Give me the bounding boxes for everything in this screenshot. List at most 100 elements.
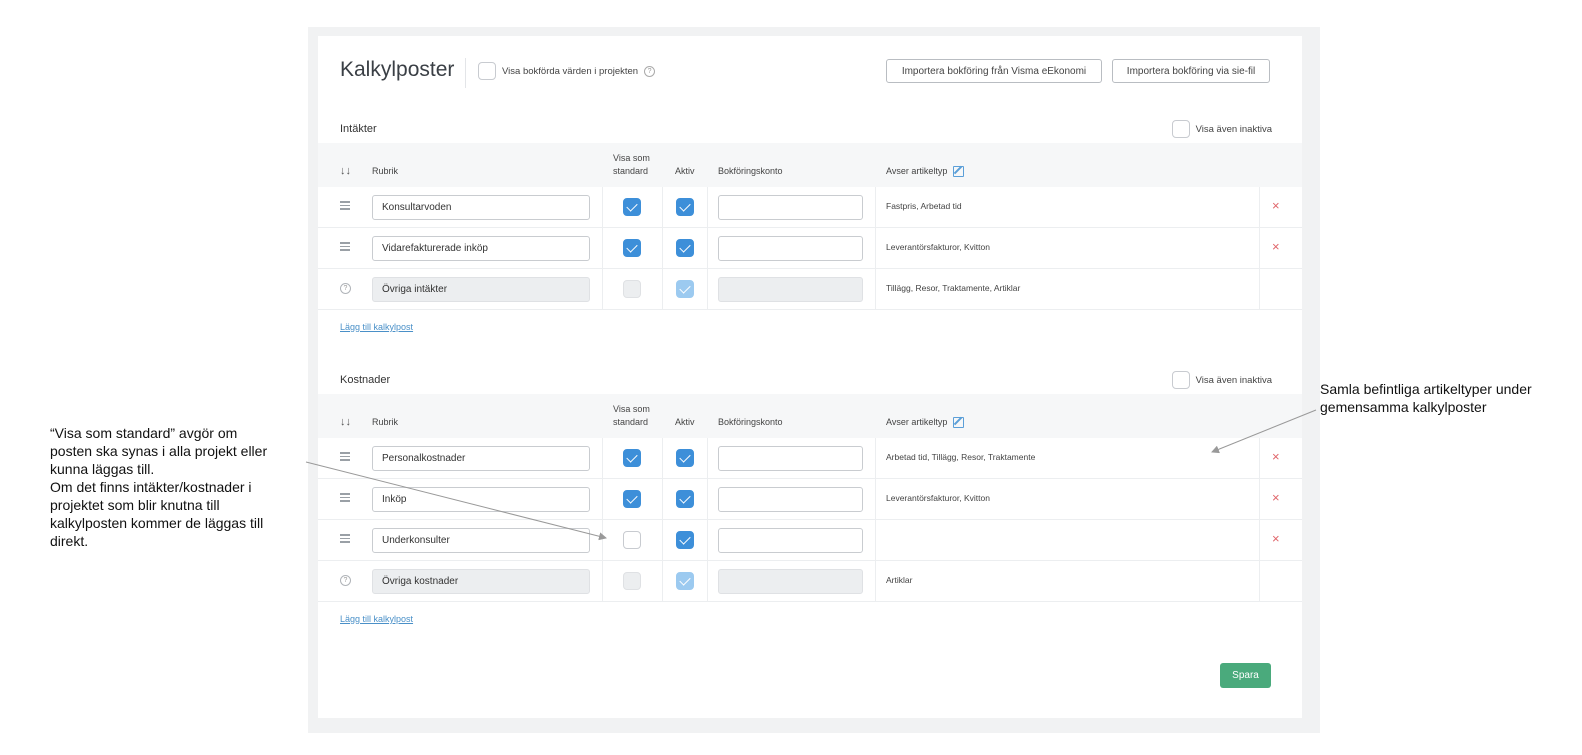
table-row: Konsultarvoden Fastpris, Arbetad tid ×: [318, 187, 1302, 228]
cell-divider: [662, 187, 663, 227]
article-types: Leverantörsfakturor, Kvitton: [886, 493, 990, 503]
cell-divider: [875, 187, 876, 227]
drag-handle-icon[interactable]: [340, 242, 350, 251]
sort-icon[interactable]: ↓↓: [340, 165, 351, 177]
save-button[interactable]: Spara: [1220, 663, 1271, 688]
standard-checkbox: [623, 280, 641, 298]
table-row: Personalkostnader Arbetad tid, Tillägg, R…: [318, 438, 1302, 479]
drag-handle-icon[interactable]: [340, 452, 350, 461]
delete-icon[interactable]: ×: [1272, 490, 1280, 505]
rubrik-input[interactable]: Personalkostnader: [372, 446, 590, 471]
delete-icon[interactable]: ×: [1272, 531, 1280, 546]
standard-checkbox[interactable]: [623, 198, 641, 216]
sort-icon[interactable]: ↓↓: [340, 416, 351, 428]
rubrik-input[interactable]: Vidarefakturerade inköp: [372, 236, 590, 261]
import-visma-button[interactable]: Importera bokföring från Visma eEkonomi: [886, 59, 1102, 83]
account-input[interactable]: [718, 195, 863, 220]
show-booked-label: Visa bokförda värden i projekten: [502, 65, 639, 77]
cell-divider: [1259, 520, 1260, 560]
standard-checkbox[interactable]: [623, 531, 641, 549]
right-annotation-line: gemensamma kalkylposter: [1320, 399, 1487, 415]
cell-divider: [1259, 479, 1260, 519]
cell-divider: [1259, 269, 1260, 309]
cell-divider: [662, 269, 663, 309]
costs-show-inactive-label: Visa även inaktiva: [1195, 374, 1272, 386]
cell-divider: [707, 479, 708, 519]
rubrik-input[interactable]: Inköp: [372, 487, 590, 512]
delete-icon[interactable]: ×: [1272, 198, 1280, 213]
import-sie-button[interactable]: Importera bokföring via sie-fil: [1112, 59, 1270, 83]
left-annotation: “Visa som standard” avgör om posten ska …: [50, 424, 300, 550]
edit-icon[interactable]: [953, 417, 965, 429]
income-show-inactive-label: Visa även inaktiva: [1195, 123, 1272, 135]
table-row: Underkonsulter ×: [318, 520, 1302, 561]
standard-checkbox[interactable]: [623, 239, 641, 257]
cell-divider: [662, 228, 663, 268]
active-checkbox[interactable]: [676, 198, 694, 216]
account-input[interactable]: [718, 236, 863, 261]
help-icon[interactable]: ?: [340, 283, 351, 294]
rubrik-input[interactable]: Underkonsulter: [372, 528, 590, 553]
cell-divider: [662, 561, 663, 601]
income-table-header: ↓↓ Rubrik Visa som standard Aktiv Bokför…: [318, 143, 1302, 187]
active-checkbox: [676, 572, 694, 590]
delete-icon[interactable]: ×: [1272, 449, 1280, 464]
income-show-inactive[interactable]: Visa även inaktiva: [1171, 120, 1272, 138]
cell-divider: [602, 561, 603, 601]
active-checkbox[interactable]: [676, 490, 694, 508]
edit-icon[interactable]: [953, 166, 965, 178]
cell-divider: [602, 269, 603, 309]
account-input[interactable]: [718, 528, 863, 553]
costs-section-title: Kostnader: [340, 374, 391, 386]
income-show-inactive-checkbox[interactable]: [1171, 120, 1190, 138]
header-visa-som-2: standard: [613, 417, 649, 427]
cell-divider: [602, 520, 603, 560]
header-rubrik: Rubrik: [372, 417, 399, 427]
show-booked-checkbox[interactable]: [478, 62, 496, 80]
header-visa-som-1: Visa som: [613, 404, 650, 414]
costs-show-inactive[interactable]: Visa även inaktiva: [1171, 371, 1272, 389]
account-input[interactable]: [718, 487, 863, 512]
left-annotation-line: kalkylposten kommer de läggas till: [50, 515, 264, 531]
income-add-link[interactable]: Lägg till kalkylpost: [340, 322, 413, 332]
page-title: Kalkylposter: [340, 58, 455, 81]
active-checkbox: [676, 280, 694, 298]
active-checkbox[interactable]: [676, 449, 694, 467]
cell-divider: [875, 561, 876, 601]
table-row: ? Övriga kostnader Artiklar: [318, 561, 1302, 602]
standard-checkbox[interactable]: [623, 449, 641, 467]
costs-show-inactive-checkbox[interactable]: [1171, 371, 1190, 389]
cell-divider: [1259, 228, 1260, 268]
cell-divider: [602, 228, 603, 268]
rubrik-input[interactable]: Konsultarvoden: [372, 195, 590, 220]
help-icon[interactable]: ?: [340, 575, 351, 586]
drag-handle-icon[interactable]: [340, 534, 350, 543]
article-types: Arbetad tid, Tillägg, Resor, Traktamente: [886, 452, 1036, 462]
cell-divider: [707, 438, 708, 478]
header-aktiv: Aktiv: [675, 417, 695, 427]
cell-divider: [602, 187, 603, 227]
account-input[interactable]: [718, 446, 863, 471]
cell-divider: [1259, 187, 1260, 227]
cell-divider: [875, 269, 876, 309]
costs-table-header: ↓↓ Rubrik Visa som standard Aktiv Bokför…: [318, 394, 1302, 438]
show-booked-toggle[interactable]: Visa bokförda värden i projekten ?: [478, 62, 656, 80]
standard-checkbox[interactable]: [623, 490, 641, 508]
drag-handle-icon[interactable]: [340, 493, 350, 502]
active-checkbox[interactable]: [676, 239, 694, 257]
costs-add-link[interactable]: Lägg till kalkylpost: [340, 614, 413, 624]
drag-handle-icon[interactable]: [340, 201, 350, 210]
help-icon[interactable]: ?: [644, 65, 656, 77]
cell-divider: [875, 520, 876, 560]
income-section-title: Intäkter: [340, 123, 377, 135]
cell-divider: [602, 438, 603, 478]
account-input: [718, 569, 863, 594]
cell-divider: [1259, 438, 1260, 478]
left-annotation-line: direkt.: [50, 533, 89, 549]
delete-icon[interactable]: ×: [1272, 239, 1280, 254]
article-types: Fastpris, Arbetad tid: [886, 201, 962, 211]
active-checkbox[interactable]: [676, 531, 694, 549]
cell-divider: [662, 520, 663, 560]
cell-divider: [1259, 561, 1260, 601]
cell-divider: [707, 520, 708, 560]
